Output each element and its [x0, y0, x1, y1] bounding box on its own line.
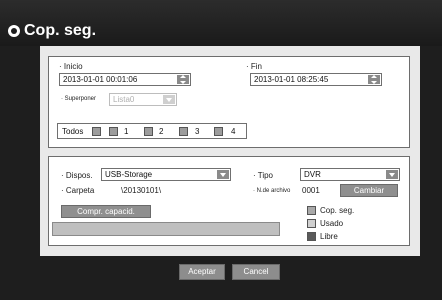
- overlap-value: Lista0: [113, 95, 135, 104]
- channel-4-checkbox[interactable]: [214, 127, 223, 136]
- file-number-label: · N.de archivo: [253, 188, 291, 194]
- folder-value: \20130101\: [121, 186, 162, 195]
- end-label: · Fin: [246, 62, 262, 71]
- channel-3-checkbox[interactable]: [179, 127, 188, 136]
- device-value: USB-Storage: [105, 170, 153, 179]
- overlap-select[interactable]: Lista0: [109, 93, 177, 106]
- start-time-spinner-icon[interactable]: [177, 75, 189, 84]
- device-label: · Dispos.: [61, 171, 93, 180]
- channel-4-label: 4: [231, 127, 236, 136]
- end-time-field[interactable]: 2013-01-01 08:25:45: [250, 73, 382, 86]
- start-label: · Inicio: [59, 62, 83, 71]
- chevron-down-icon[interactable]: [386, 170, 398, 179]
- overlap-label: · Superponer: [61, 96, 97, 102]
- check-capacity-button[interactable]: Compr. capacid.: [61, 205, 151, 218]
- dialog-content: · Inicio 2013-01-01 00:01:06 · Fin 2013-…: [40, 46, 420, 256]
- time-range-panel: · Inicio 2013-01-01 00:01:06 · Fin 2013-…: [48, 56, 410, 148]
- channel-checkbox-group: Todos 1 2 3 4: [57, 123, 247, 139]
- backup-icon: [8, 25, 20, 37]
- free-legend-label: Libre: [320, 232, 338, 241]
- end-time-spinner-icon[interactable]: [368, 75, 380, 84]
- channel-1-label: 1: [124, 127, 129, 136]
- channel-2-label: 2: [159, 127, 164, 136]
- used-legend-swatch: [307, 219, 316, 228]
- device-select[interactable]: USB-Storage: [101, 168, 231, 181]
- type-value: DVR: [304, 170, 321, 179]
- channel-2-checkbox[interactable]: [144, 127, 153, 136]
- channel-1-checkbox[interactable]: [109, 127, 118, 136]
- end-time-value: 2013-01-01 08:25:45: [254, 75, 329, 84]
- accept-button[interactable]: Aceptar: [179, 264, 225, 280]
- backup-legend-swatch: [307, 206, 316, 215]
- cancel-button[interactable]: Cancel: [232, 264, 280, 280]
- backup-dialog: Cop. seg. · Inicio 2013-01-01 00:01:06 ·…: [0, 0, 442, 300]
- type-label: · Tipo: [253, 171, 274, 180]
- storage-capacity-bar: [52, 222, 280, 236]
- change-button[interactable]: Cambiar: [340, 184, 398, 197]
- folder-label: · Carpeta: [61, 186, 95, 195]
- chevron-down-icon[interactable]: [217, 170, 229, 179]
- all-channels-label: Todos: [62, 127, 84, 136]
- channel-3-label: 3: [195, 127, 200, 136]
- file-number-value: 0001: [302, 186, 320, 195]
- dialog-title: Cop. seg.: [24, 22, 97, 39]
- used-legend-label: Usado: [320, 219, 344, 228]
- free-legend-swatch: [307, 232, 316, 241]
- type-select[interactable]: DVR: [300, 168, 400, 181]
- start-time-value: 2013-01-01 00:01:06: [63, 75, 138, 84]
- chevron-down-icon[interactable]: [163, 95, 175, 104]
- start-time-field[interactable]: 2013-01-01 00:01:06: [59, 73, 191, 86]
- title-bar: Cop. seg.: [0, 0, 442, 46]
- all-channels-checkbox[interactable]: [92, 127, 101, 136]
- backup-legend-label: Cop. seg.: [320, 206, 355, 215]
